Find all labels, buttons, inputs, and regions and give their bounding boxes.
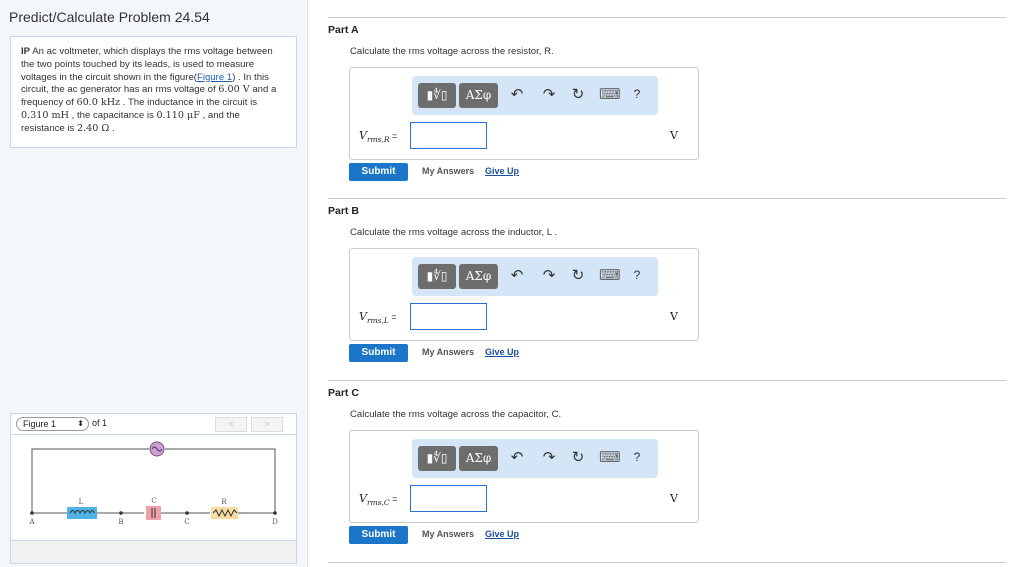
label-L: L [79,498,84,506]
answer-box: ▮∜▯ ΑΣφ ↶ ↷ ↻ ⌨ ? Vrms,L = V [349,248,699,341]
math-toolbar: ▮∜▯ ΑΣφ ↶ ↷ ↻ ⌨ ? [412,439,658,478]
capacitor-icon [146,506,161,520]
part-label: Part A [328,24,359,36]
greek-symbols-button[interactable]: ΑΣφ [459,264,498,289]
templates-button[interactable]: ▮∜▯ [418,83,456,108]
label-B: B [118,518,123,526]
help-icon[interactable]: ? [628,450,646,464]
resistance-value: 2.40 Ω [76,122,110,134]
label-Cnode: C [184,518,189,526]
submit-button[interactable]: Submit [349,526,408,544]
redo-icon[interactable]: ↷ [540,85,558,103]
give-up-link[interactable]: Give Up [485,166,519,176]
figure-link[interactable]: Figure 1 [197,72,232,83]
prev-figure-button[interactable]: < [215,417,247,432]
part-question: Calculate the rms voltage across the ind… [350,227,558,238]
equals: = [389,131,398,141]
answer-input[interactable] [410,122,487,149]
part-question: Calculate the rms voltage across the cap… [350,409,562,420]
label-R: R [221,498,227,506]
my-answers-link[interactable]: My Answers [422,529,474,539]
undo-icon[interactable]: ↶ [508,266,526,284]
equals: = [388,312,397,322]
reset-icon[interactable]: ↻ [569,448,587,466]
inductance-value: 0.310 mH [21,109,69,121]
answer-input[interactable] [410,303,487,330]
figure-footer [10,541,297,564]
math-toolbar: ▮∜▯ ΑΣφ ↶ ↷ ↻ ⌨ ? [412,257,658,296]
divider [328,198,1006,199]
resistor-icon [211,507,238,519]
part-question: Calculate the rms voltage across the res… [350,46,554,57]
give-up-link[interactable]: Give Up [485,529,519,539]
subscript: rms,R [366,135,390,145]
text: . [109,122,115,134]
figure-select[interactable]: Figure 1 ⬍ [16,417,89,431]
subscript: rms,L [366,316,389,326]
figure-nav: Figure 1 ⬍ of 1 < > [10,413,297,434]
next-figure-button[interactable]: > [251,417,283,432]
greek-symbols-button[interactable]: ΑΣφ [459,83,498,108]
divider [328,562,1006,563]
answer-label: Vrms,C = [359,492,397,507]
var: V [359,129,367,142]
text: . The inductance in the circuit is [120,97,257,109]
reset-icon[interactable]: ↻ [569,266,587,284]
answer-label: Vrms,L = [359,310,397,325]
figure-select-value: Figure 1 [23,419,57,429]
templates-button[interactable]: ▮∜▯ [418,446,456,471]
part-label: Part C [328,387,359,399]
keyboard-icon[interactable]: ⌨ [599,85,621,103]
text: , the capacitance is [68,109,157,121]
greek-symbols-button[interactable]: ΑΣφ [459,446,498,471]
problem-title: Predict/Calculate Problem 24.54 [9,9,210,25]
answer-input[interactable] [410,485,487,512]
math-toolbar: ▮∜▯ ΑΣφ ↶ ↷ ↻ ⌨ ? [412,76,658,115]
subscript: rms,C [366,498,390,508]
submit-button[interactable]: Submit [349,163,408,181]
answer-box: ▮∜▯ ΑΣφ ↶ ↷ ↻ ⌨ ? Vrms,R = V [349,67,699,160]
circuit-figure: L C R A B C D [10,434,297,541]
frequency-value: 60.0 kHz [76,97,121,109]
submit-button[interactable]: Submit [349,344,408,362]
equals: = [389,494,398,504]
templates-button[interactable]: ▮∜▯ [418,264,456,289]
updown-icon: ⬍ [77,419,84,428]
unit-label: V [670,310,678,323]
unit-label: V [670,492,678,505]
divider [328,380,1006,381]
reset-icon[interactable]: ↻ [569,85,587,103]
give-up-link[interactable]: Give Up [485,347,519,357]
keyboard-icon[interactable]: ⌨ [599,266,621,284]
voltage-value: 6.00 V [218,84,250,96]
redo-icon[interactable]: ↷ [540,448,558,466]
answer-label: Vrms,R = [359,129,397,144]
undo-icon[interactable]: ↶ [508,85,526,103]
divider [328,17,1006,18]
ip-tag: IP [21,46,31,57]
left-panel: Predict/Calculate Problem 24.54 IP An ac… [0,0,308,567]
circuit-diagram: L C R A B C D [28,441,278,526]
inductor-icon [67,507,97,519]
var: V [359,310,367,323]
problem-statement: IP An ac voltmeter, which displays the r… [10,36,297,148]
label-D: D [272,518,278,526]
help-icon[interactable]: ? [628,87,646,101]
figure-count: of 1 [92,418,108,428]
my-answers-link[interactable]: My Answers [422,166,474,176]
keyboard-icon[interactable]: ⌨ [599,448,621,466]
unit-label: V [670,129,678,142]
help-icon[interactable]: ? [628,268,646,282]
redo-icon[interactable]: ↷ [540,266,558,284]
my-answers-link[interactable]: My Answers [422,347,474,357]
undo-icon[interactable]: ↶ [508,448,526,466]
label-C: C [151,497,156,505]
label-A: A [28,518,35,526]
part-label: Part B [328,205,359,217]
capacitance-value: 0.110 μF [156,109,200,121]
var: V [359,492,367,505]
answer-box: ▮∜▯ ΑΣφ ↶ ↷ ↻ ⌨ ? Vrms,C = V [349,430,699,523]
